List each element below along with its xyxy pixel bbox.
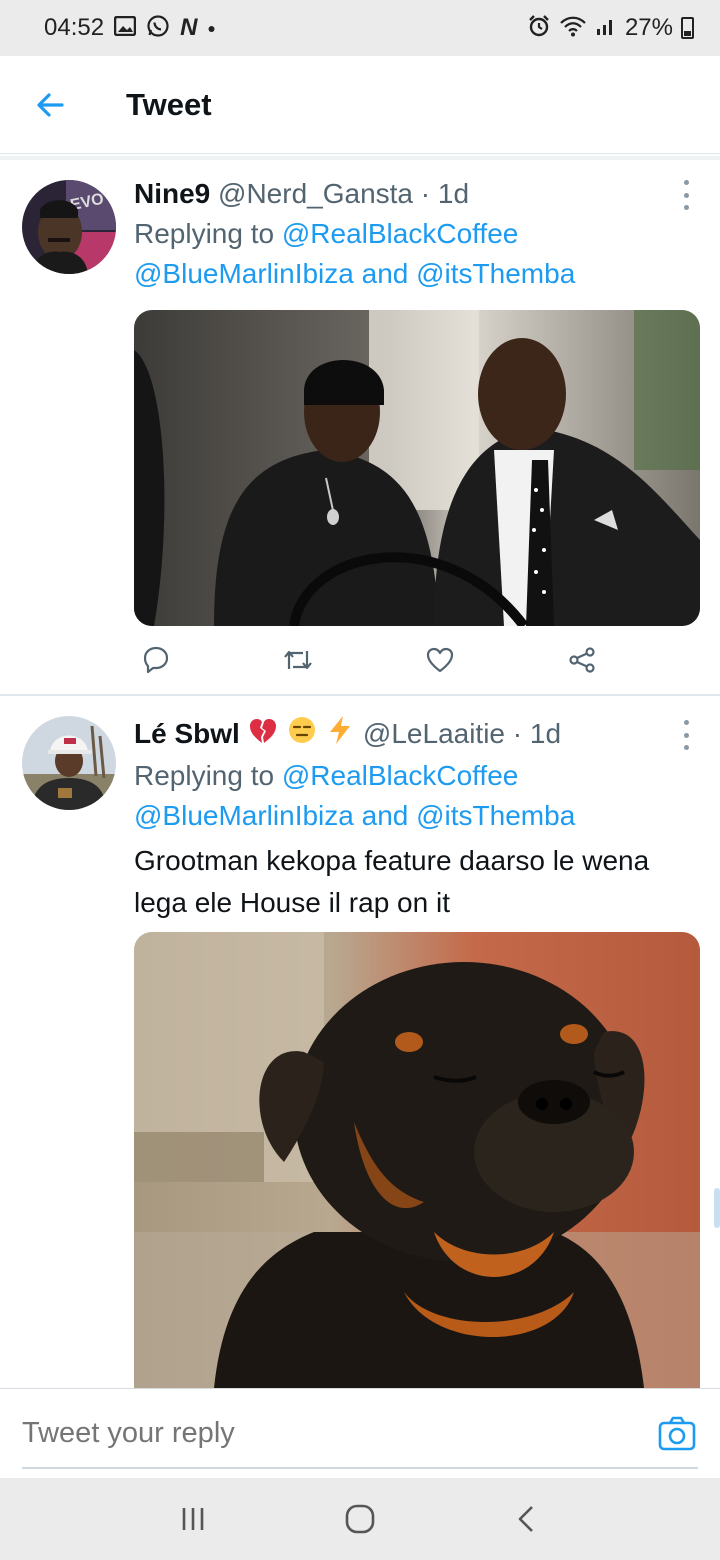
mention-link[interactable]: @BlueMarlinIbiza [134, 800, 354, 831]
share-icon [569, 647, 595, 673]
tweet-divider [0, 694, 720, 696]
and-label: and [361, 258, 409, 289]
nav-back-button[interactable] [497, 1489, 557, 1549]
and-label: and [361, 800, 409, 832]
tweet-header-line: Nine9 @Nerd_Gansta · 1d [134, 174, 700, 214]
tweet-time: · 1d [512, 718, 562, 749]
author-name[interactable]: Nine9 [134, 178, 210, 209]
more-options-button[interactable] [680, 720, 692, 750]
replying-to-label: Replying to [134, 218, 275, 249]
tweet-time: · 1d [420, 178, 470, 209]
recents-icon [183, 1508, 204, 1530]
battery-percent: 27% [624, 14, 673, 41]
battery-icon [681, 17, 694, 39]
signal-icon [595, 15, 617, 41]
retweet-button[interactable] [276, 638, 320, 682]
replying-to-line-2: @BlueMarlinIbiza and @itsThemba [134, 796, 700, 836]
share-button[interactable] [560, 638, 604, 682]
status-bar: 04:52 N ● 27% [0, 0, 720, 56]
wifi-icon [559, 15, 587, 41]
mention-link[interactable]: @RealBlackCoffee [282, 760, 518, 791]
broken-heart-emoji [248, 716, 278, 756]
recents-button[interactable] [163, 1489, 223, 1549]
tweet-text-line-2: lega ele House il rap on it [134, 887, 450, 919]
home-icon [345, 1504, 375, 1534]
like-icon [426, 647, 454, 673]
back-icon [518, 1506, 533, 1532]
more-dot-icon [683, 192, 689, 198]
mention-link[interactable]: @BlueMarlinIbiza [134, 258, 354, 289]
alarm-icon [527, 14, 551, 42]
avatar[interactable] [22, 716, 116, 810]
mention-link[interactable]: @itsThemba [416, 258, 575, 289]
back-button[interactable] [0, 56, 100, 154]
tweet-1[interactable]: EVO Nine9 @Nerd_Gansta · 1d Replying to … [0, 160, 720, 696]
gallery-icon [113, 15, 137, 40]
app-header: Tweet [0, 56, 720, 154]
back-arrow-icon [37, 92, 64, 117]
tweet-media-image[interactable] [134, 310, 700, 626]
scrollbar-thumb[interactable] [714, 1188, 720, 1228]
expressionless-face-emoji [287, 715, 317, 756]
camera-button[interactable] [658, 1415, 696, 1453]
mention-link[interactable]: @RealBlackCoffee [282, 218, 518, 249]
reply-icon [143, 646, 169, 674]
more-dot-icon [683, 732, 689, 738]
tweet-text: Grootman kekopa feature daarso le wena l… [134, 840, 700, 924]
status-left: 04:52 N ● [44, 14, 216, 42]
more-dot-icon [683, 720, 689, 725]
replying-to-line: Replying to @RealBlackCoffee [134, 756, 700, 796]
author-handle[interactable]: @Nerd_Gansta [218, 178, 413, 209]
camera-icon [658, 1416, 696, 1451]
tweet-content: Lé Sbwl @LeLaaitie · 1d Replying to @Rea… [134, 714, 700, 924]
n-icon: N [180, 14, 198, 41]
status-right: 27% [527, 14, 694, 42]
reply-button[interactable] [134, 638, 178, 682]
tweet-text-line-1: Grootman kekopa feature daarso le wena [134, 845, 650, 877]
more-options-button[interactable] [680, 180, 692, 210]
tweet-media-image[interactable] [134, 932, 700, 1388]
system-nav-bar [0, 1478, 720, 1560]
whatsapp-icon [146, 14, 170, 42]
replying-to-label: Replying to [134, 760, 275, 792]
more-dot-icon [683, 745, 689, 750]
tweet-header-line: Lé Sbwl @LeLaaitie · 1d [134, 714, 700, 756]
lightning-emoji [327, 715, 353, 756]
replying-to-line-2: @BlueMarlinIbiza and @itsThemba [134, 254, 700, 294]
tweet-2[interactable]: Lé Sbwl @LeLaaitie · 1d Replying to @Rea… [0, 698, 720, 1388]
more-dot-icon [683, 205, 689, 210]
dot-icon: ● [207, 20, 216, 36]
avatar[interactable]: EVO [22, 180, 116, 274]
author-handle[interactable]: @LeLaaitie [363, 718, 505, 749]
tweet-actions [134, 638, 604, 682]
more-dot-icon [683, 180, 689, 185]
retweet-icon [284, 650, 312, 670]
home-button[interactable] [330, 1489, 390, 1549]
author-name[interactable]: Lé Sbwl [134, 718, 240, 749]
reply-bar [0, 1388, 720, 1478]
replying-to-line: Replying to @RealBlackCoffee [134, 214, 700, 254]
mention-link[interactable]: @itsThemba [416, 800, 575, 831]
page-title: Tweet [126, 86, 212, 122]
reply-input[interactable] [22, 1417, 622, 1450]
like-button[interactable] [418, 638, 462, 682]
reply-underline [22, 1467, 698, 1469]
status-time: 04:52 [44, 14, 105, 41]
tweet-content: Nine9 @Nerd_Gansta · 1d Replying to @Rea… [134, 174, 700, 294]
